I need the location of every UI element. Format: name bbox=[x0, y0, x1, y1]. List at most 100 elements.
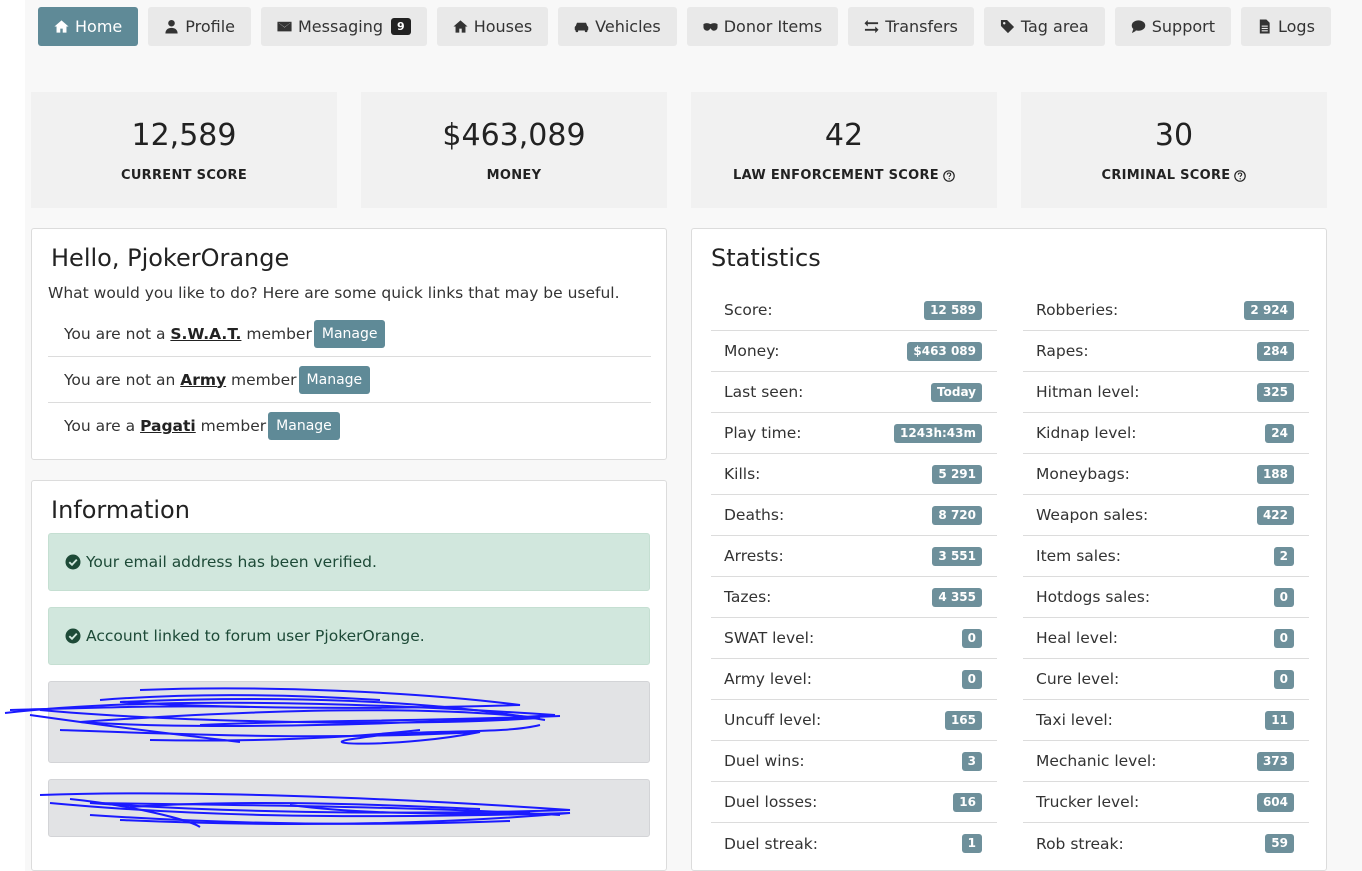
membership-row-army: You are not an Army member Manage bbox=[48, 357, 651, 403]
envelope-icon bbox=[277, 21, 292, 32]
car-icon bbox=[574, 22, 589, 33]
nav-houses[interactable]: Houses bbox=[436, 7, 549, 46]
hello-title: Hello, PjokerOrange bbox=[51, 244, 290, 272]
stat-row-play-time: Play time: 1243h:43m bbox=[711, 413, 997, 454]
file-icon bbox=[1259, 19, 1270, 34]
stat-label: Cure level: bbox=[1036, 670, 1120, 688]
stat-label: Rob streak: bbox=[1036, 834, 1124, 853]
stat-label: Duel streak: bbox=[724, 834, 818, 853]
stat-row-duel-wins: Duel wins: 3 bbox=[711, 741, 997, 782]
unread-badge: 9 bbox=[391, 18, 411, 35]
stat-value-badge: $463 089 bbox=[907, 341, 982, 361]
stat-value-badge: 16 bbox=[953, 792, 982, 812]
stat-label: Taxi level: bbox=[1036, 711, 1113, 729]
chat-icon bbox=[1131, 20, 1145, 34]
stat-row-score: Score: 12 589 bbox=[711, 290, 997, 331]
information-title: Information bbox=[51, 496, 190, 524]
stat-label: Score: bbox=[724, 301, 773, 319]
nav-tag-area[interactable]: Tag area bbox=[983, 7, 1105, 46]
tag-icon bbox=[1000, 19, 1014, 34]
stat-label: Duel wins: bbox=[724, 752, 805, 770]
stat-label: Tazes: bbox=[724, 588, 772, 606]
pagati-link[interactable]: Pagati bbox=[140, 417, 196, 435]
stat-row-hitman-level: Hitman level: 325 bbox=[1023, 372, 1309, 413]
hello-intro: What would you like to do? Here are some… bbox=[48, 284, 620, 302]
arrows-icon bbox=[864, 19, 879, 34]
stat-row-duel-losses: Duel losses: 16 bbox=[711, 782, 997, 823]
stat-label: Hotdogs sales: bbox=[1036, 588, 1151, 606]
statistics-title: Statistics bbox=[711, 244, 821, 272]
stat-value-badge: 0 bbox=[1273, 669, 1294, 689]
stat-row-weapon-sales: Weapon sales: 422 bbox=[1023, 495, 1309, 536]
stat-row-trucker-level: Trucker level: 604 bbox=[1023, 782, 1309, 823]
stat-row-item-sales: Item sales: 2 bbox=[1023, 536, 1309, 577]
stat-value-badge: 604 bbox=[1256, 792, 1294, 812]
money-card: $463,089 MONEY bbox=[361, 92, 667, 208]
stat-label: Weapon sales: bbox=[1036, 506, 1149, 524]
nav-transfers[interactable]: Transfers bbox=[848, 7, 974, 46]
army-link[interactable]: Army bbox=[180, 371, 226, 389]
stat-row-kills: Kills: 5 291 bbox=[711, 454, 997, 495]
stat-row-swat-level: SWAT level: 0 bbox=[711, 618, 997, 659]
stat-value-badge: 11 bbox=[1265, 710, 1294, 730]
stat-row-hotdogs-sales: Hotdogs sales: 0 bbox=[1023, 577, 1309, 618]
stat-label: Rapes: bbox=[1036, 342, 1089, 360]
user-icon bbox=[165, 19, 178, 34]
stat-row-moneybags: Moneybags: 188 bbox=[1023, 454, 1309, 495]
stat-label: Last seen: bbox=[724, 383, 804, 401]
stat-value-badge: 1243h:43m bbox=[894, 423, 982, 443]
stat-value-badge: 59 bbox=[1265, 834, 1294, 853]
manage-army-button[interactable]: Manage bbox=[298, 365, 371, 394]
stat-row-heal-level: Heal level: 0 bbox=[1023, 618, 1309, 659]
nav-profile[interactable]: Profile bbox=[148, 7, 251, 46]
help-icon[interactable] bbox=[943, 169, 955, 182]
stat-label: Hitman level: bbox=[1036, 383, 1140, 401]
stat-label: Money: bbox=[724, 342, 780, 360]
stat-label: Army level: bbox=[724, 670, 812, 688]
stat-value-badge: 3 551 bbox=[932, 546, 982, 566]
stat-row-arrests: Arrests: 3 551 bbox=[711, 536, 997, 577]
stat-value-badge: Today bbox=[931, 382, 982, 402]
redacted-alert-1 bbox=[48, 681, 650, 763]
membership-row-pagati: You are a Pagati member Manage bbox=[48, 403, 651, 449]
stat-row-rob-streak: Rob streak: 59 bbox=[1023, 823, 1309, 864]
nav-vehicles[interactable]: Vehicles bbox=[558, 7, 677, 46]
stat-label: Heal level: bbox=[1036, 629, 1119, 647]
hello-panel: Hello, PjokerOrange What would you like … bbox=[31, 228, 667, 460]
current-score-card: 12,589 CURRENT SCORE bbox=[31, 92, 337, 208]
stat-value-badge: 0 bbox=[961, 669, 982, 689]
manage-pagati-button[interactable]: Manage bbox=[268, 412, 340, 440]
stats-right-column: Robberies: 2 924 Rapes: 284 Hitman level: 325… bbox=[1023, 290, 1309, 864]
home-icon bbox=[453, 20, 468, 33]
stat-value-badge: 284 bbox=[1256, 341, 1294, 361]
nav-home[interactable]: Home bbox=[38, 7, 139, 46]
stat-value-badge: 422 bbox=[1256, 505, 1294, 525]
stat-row-cure-level: Cure level: 0 bbox=[1023, 659, 1309, 700]
manage-swat-button[interactable]: Manage bbox=[313, 319, 386, 348]
stat-row-duel-streak: Duel streak: 1 bbox=[711, 823, 997, 864]
stat-value-badge: 3 bbox=[961, 751, 982, 771]
stat-row-taxi-level: Taxi level: 11 bbox=[1023, 700, 1309, 741]
home-icon bbox=[54, 20, 69, 33]
stat-row-kidnap-level: Kidnap level: 24 bbox=[1023, 413, 1309, 454]
stat-label: Arrests: bbox=[724, 547, 784, 565]
stat-label: SWAT level: bbox=[724, 629, 815, 647]
nav-donor-items[interactable]: Donor Items bbox=[686, 7, 839, 46]
help-icon[interactable] bbox=[1234, 169, 1247, 182]
information-panel: Information Your email address has been … bbox=[31, 480, 667, 871]
criminal-score-card: 30 CRIMINAL SCORE bbox=[1021, 92, 1327, 208]
nav-support[interactable]: Support bbox=[1114, 7, 1231, 46]
stat-value-badge: 5 291 bbox=[932, 464, 982, 484]
statistics-panel: Statistics Score: 12 589 Money: $463 089 Las… bbox=[691, 228, 1327, 871]
stat-row-money: Money: $463 089 bbox=[711, 331, 997, 372]
nav-messaging[interactable]: Messaging 9 bbox=[261, 7, 427, 46]
stat-row-last-seen: Last seen: Today bbox=[711, 372, 997, 413]
stat-row-tazes: Tazes: 4 355 bbox=[711, 577, 997, 618]
stat-label: Robberies: bbox=[1036, 301, 1119, 319]
forum-linked-alert: Account linked to forum user PjokerOrang… bbox=[48, 607, 650, 665]
stat-label: Mechanic level: bbox=[1036, 752, 1157, 770]
nav-logs[interactable]: Logs bbox=[1240, 7, 1331, 46]
stat-value-badge: 165 bbox=[944, 710, 982, 730]
stat-label: Duel losses: bbox=[724, 793, 818, 811]
swat-link[interactable]: S.W.A.T. bbox=[170, 325, 241, 343]
